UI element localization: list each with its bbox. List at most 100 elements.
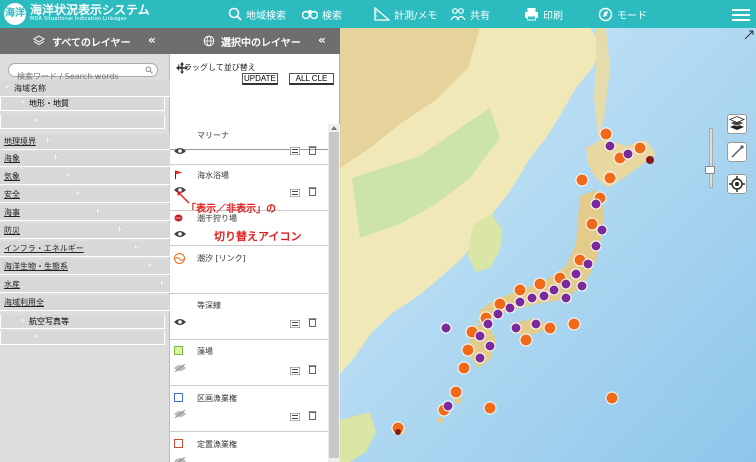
update-button[interactable]: UPDATE (242, 73, 278, 85)
layer-name: マリーナ (197, 131, 229, 140)
app-subtitle: MDA Situational Indication Linkages (30, 16, 127, 22)
expand-icon: + (94, 207, 102, 217)
scroll-up-icon[interactable] (329, 124, 339, 132)
print-button[interactable]: 印刷 (524, 5, 563, 23)
locate-me-button[interactable] (727, 174, 747, 194)
eye-visibility-icon[interactable] (174, 318, 186, 326)
share-button[interactable]: 共有 (450, 5, 490, 23)
category-marine-life-ecosystem[interactable]: 海洋生物・生態系 + (0, 259, 170, 275)
search-icon (145, 66, 153, 74)
trash-icon[interactable] (308, 364, 317, 374)
set-net-swatch-icon (174, 439, 183, 448)
mode-button[interactable]: モード (598, 5, 647, 23)
expand-icon: + (146, 261, 154, 271)
app-logo: 海洋 (4, 3, 26, 25)
category-label: 気象 (4, 172, 20, 181)
category-infrastructure-energy[interactable]: インフラ・エネルギー + (0, 241, 170, 257)
layer-name: 区画漁業権 (197, 394, 237, 403)
eye-hidden-icon[interactable] (174, 410, 186, 418)
category-oceanography[interactable]: 海象 + (0, 151, 170, 167)
globe-icon (203, 35, 215, 47)
collapse-left-icon[interactable]: « (148, 33, 156, 47)
category-geographic-boundaries[interactable]: 地理境界 + (0, 134, 170, 150)
layer-row-isobath[interactable]: 等深線 (170, 294, 328, 340)
draw-line-button[interactable] (727, 142, 747, 162)
hamburger-menu-icon[interactable] (732, 6, 750, 22)
layer-options-icon[interactable] (290, 147, 300, 155)
all-layers-header: すべてのレイヤー « (0, 28, 170, 54)
selected-layer-list: マリーナ 海水浴場 潮干狩り場 潮汐 [リンク] 等深線 藻場 区画漁業権 定置… (170, 124, 328, 462)
layer-row-tide[interactable]: 潮汐 [リンク] (170, 246, 328, 294)
layer-name: 潮汐 [リンク] (197, 254, 246, 263)
eye-visibility-icon[interactable] (174, 147, 186, 155)
category-label: 安全 (4, 190, 20, 199)
category-meteorology[interactable]: 気象 + (0, 169, 170, 185)
eye-hidden-icon[interactable] (174, 457, 186, 462)
trash-icon[interactable] (308, 410, 317, 420)
all-layers-panel: すべてのレイヤー « + 海域名称 + 地形・地質 + 地理境界 + 海象 + … (0, 28, 170, 462)
category-label: 航空写真等 (29, 317, 69, 326)
layer-options-icon[interactable] (290, 413, 300, 421)
category-label: 海事 (4, 208, 20, 217)
selected-layers-panel: 選択中のレイヤー « ドラッグして並び替え UPDATE ALL CLE マリー… (170, 28, 340, 462)
category-disaster-prevention[interactable]: 防災 + (0, 223, 170, 239)
category-safety[interactable]: 安全 + (0, 187, 170, 203)
layer-options-icon[interactable] (290, 320, 300, 328)
layer-name: 等深線 (197, 301, 221, 310)
eye-visibility-icon[interactable] (174, 230, 186, 238)
clam-marker (646, 156, 654, 164)
eye-hidden-icon[interactable] (174, 364, 186, 372)
region-search-button[interactable]: 地域検索 (228, 5, 286, 23)
category-label: 海象 (4, 154, 20, 163)
category-terrain-geology[interactable]: + 地形・地質 (0, 97, 165, 111)
layer-row-demarcated-fishery-right[interactable]: 区画漁業権 (170, 386, 328, 432)
category-label: インフラ・エネルギー (4, 244, 84, 253)
shell-icon (174, 214, 183, 222)
selected-layers-header: 選択中のレイヤー « (170, 28, 340, 54)
category-aerial-photos[interactable]: + 航空写真等 (0, 315, 165, 329)
layer-row-set-net-fishery-right[interactable]: 定置漁業権 (170, 432, 328, 462)
basemap-switch-button[interactable] (727, 114, 747, 134)
category-label: 海域利用全 (4, 298, 44, 307)
annotation-line-2: 切り替えアイコン (214, 230, 302, 243)
share-icon (450, 8, 466, 21)
layer-name: 藻場 (197, 347, 213, 356)
layer-options-icon[interactable] (290, 367, 300, 375)
layer-list-scrollbar[interactable] (328, 124, 340, 462)
pen-line-icon (731, 145, 744, 158)
zoom-slider-knob[interactable] (705, 166, 715, 174)
category-maritime[interactable]: 海事 + (0, 205, 170, 221)
expand-icon: + (19, 316, 27, 326)
trash-icon[interactable] (308, 145, 317, 155)
layer-row-seaweed-bed[interactable]: 藻場 (170, 340, 328, 386)
print-label: 印刷 (543, 10, 563, 22)
expand-icon: + (19, 98, 27, 108)
layers-stack-icon (728, 116, 746, 130)
drag-hint: ドラッグして並び替え (176, 63, 256, 72)
category-sea-area-usage[interactable]: 海域利用全 (0, 295, 170, 311)
top-bar: 海洋 海洋状況表示システム MDA Situational Indication… (0, 0, 756, 28)
expand-corner-icon[interactable] (744, 30, 754, 40)
all-clear-button[interactable]: ALL CLE (289, 73, 334, 85)
trash-icon[interactable] (308, 186, 317, 196)
expand-icon: + (64, 171, 72, 181)
map-view[interactable] (340, 28, 756, 462)
category-unnamed-1[interactable]: + (0, 115, 165, 129)
islet (437, 417, 443, 423)
category-sea-area-names[interactable]: + 海域名称 (0, 81, 170, 97)
category-fisheries[interactable]: 水産 + (0, 277, 170, 293)
scrollbar-thumb[interactable] (329, 132, 339, 458)
search-button[interactable]: 検索 (302, 5, 342, 23)
trash-icon[interactable] (308, 317, 317, 327)
category-unnamed-2[interactable]: + (0, 331, 165, 345)
measure-memo-button[interactable]: 計測/メモ (374, 5, 437, 23)
expand-icon: + (3, 83, 11, 93)
layers-icon (33, 35, 45, 46)
zoom-slider-track[interactable] (709, 128, 713, 188)
measure-memo-label: 計測/メモ (394, 10, 438, 22)
category-label: 海域名称 (14, 84, 46, 93)
layer-name: 定置漁業権 (197, 440, 237, 449)
layer-options-icon[interactable] (290, 189, 300, 197)
collapse-mid-icon[interactable]: « (318, 33, 326, 47)
layer-row-marina[interactable]: マリーナ (170, 124, 328, 165)
